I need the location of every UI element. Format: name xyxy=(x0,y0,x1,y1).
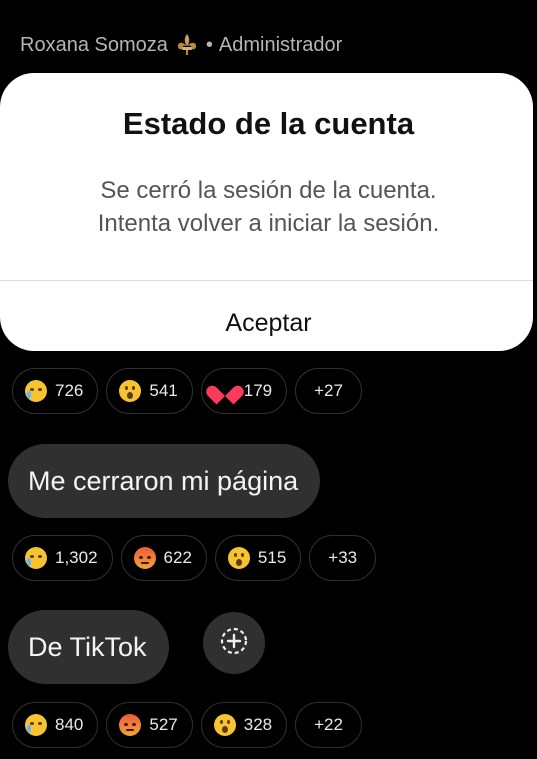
add-reaction-button[interactable] xyxy=(203,612,265,674)
reaction-more[interactable]: +22 xyxy=(295,702,362,748)
reaction-sad[interactable]: 1,302 xyxy=(12,535,113,581)
fleur-de-lis-icon xyxy=(174,32,200,58)
add-reaction-icon xyxy=(218,625,250,662)
reaction-angry[interactable]: 527 xyxy=(106,702,193,748)
accept-button[interactable]: Aceptar xyxy=(0,309,537,338)
reaction-count: 541 xyxy=(149,381,178,400)
reactions-row: 840 527 328 +22 xyxy=(12,702,362,748)
wow-emoji-icon xyxy=(213,714,236,736)
heart-icon xyxy=(214,380,236,402)
reaction-love[interactable]: 179 xyxy=(200,368,288,414)
message-bubble[interactable]: Me cerraron mi página xyxy=(8,444,321,518)
wow-emoji-icon xyxy=(227,547,250,569)
reaction-count: 726 xyxy=(55,381,84,400)
reactions-row: 726 541 179 +27 xyxy=(12,368,362,414)
reaction-count: 622 xyxy=(163,548,192,567)
reaction-sad[interactable]: 840 xyxy=(12,702,99,748)
message-bubble[interactable]: De TikTok xyxy=(8,610,169,684)
reaction-more[interactable]: +33 xyxy=(309,535,377,581)
separator: • xyxy=(205,33,213,56)
dialog-message-line-2: Intenta volver a iniciar la sesión. xyxy=(97,210,440,237)
reaction-more-count: +27 xyxy=(314,381,343,400)
reaction-more-count: +22 xyxy=(314,715,343,734)
dialog-title: Estado de la cuenta xyxy=(122,106,415,141)
sad-emoji-icon xyxy=(25,547,47,569)
reaction-count: 179 xyxy=(243,381,273,400)
author-role: Administrador xyxy=(218,33,343,56)
sad-emoji-icon xyxy=(25,380,47,402)
post-header: Roxana Somoza • Administrador xyxy=(20,30,342,60)
reactions-row: 1,302 622 515 +33 xyxy=(12,535,377,581)
reaction-count: 328 xyxy=(243,715,273,734)
wow-emoji-icon xyxy=(119,380,142,402)
reaction-more-count: +33 xyxy=(328,548,358,567)
sad-emoji-icon xyxy=(25,714,47,736)
reaction-angry[interactable]: 622 xyxy=(120,535,207,581)
message-text: Me cerraron mi página xyxy=(28,465,299,496)
reaction-wow[interactable]: 328 xyxy=(200,702,288,748)
reaction-count: 1,302 xyxy=(55,548,98,567)
reaction-count: 515 xyxy=(257,548,287,567)
reaction-sad[interactable]: 726 xyxy=(12,368,99,414)
angry-emoji-icon xyxy=(133,547,156,569)
angry-emoji-icon xyxy=(119,714,142,736)
reaction-count: 527 xyxy=(149,715,178,734)
reaction-count: 840 xyxy=(55,715,84,734)
dialog-divider xyxy=(0,280,533,281)
reaction-wow[interactable]: 541 xyxy=(106,368,193,414)
author-name[interactable]: Roxana Somoza xyxy=(20,34,168,57)
dialog-message-line-1: Se cerró la sesión de la cuenta. xyxy=(100,177,437,204)
dialog-message: Se cerró la sesión de la cuenta. Intenta… xyxy=(0,174,537,240)
message-text: De TikTok xyxy=(28,631,147,662)
reaction-wow[interactable]: 515 xyxy=(214,535,302,581)
reaction-more[interactable]: +27 xyxy=(295,368,362,414)
